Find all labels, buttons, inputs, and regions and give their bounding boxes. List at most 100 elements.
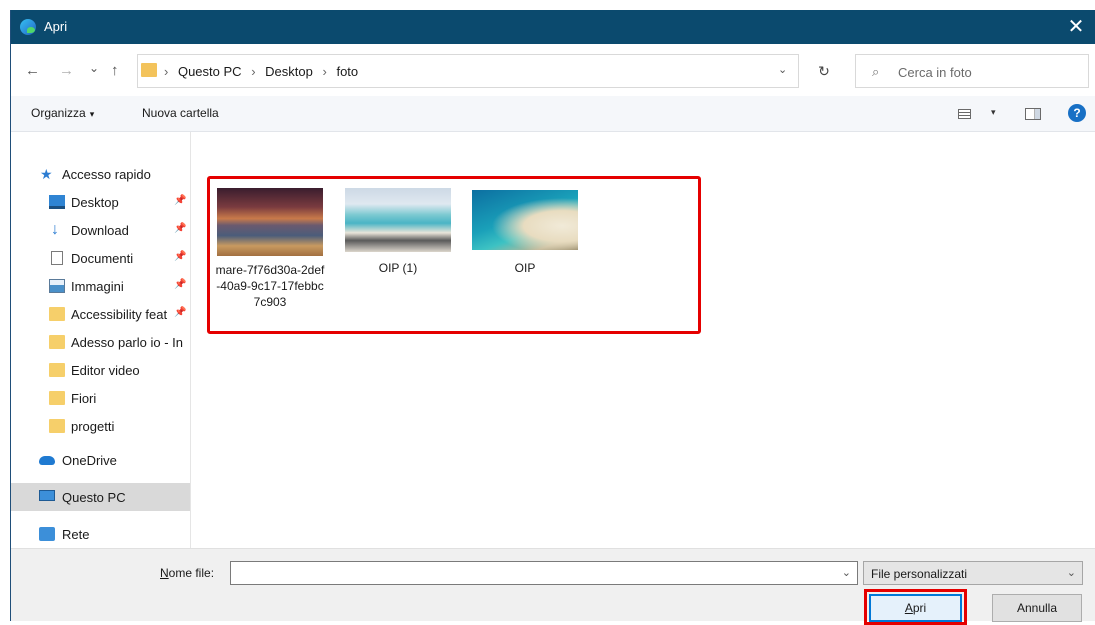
sidebar-item-label: progetti [71, 419, 115, 434]
help-icon[interactable]: ? [1068, 104, 1086, 122]
image-thumbnail [217, 188, 323, 256]
breadcrumb-item-desktop[interactable]: Desktop [265, 64, 313, 79]
pin-icon: 📌 [174, 307, 187, 318]
pin-icon: 📌 [174, 251, 187, 262]
folder-icon [49, 419, 65, 433]
breadcrumb-item-questo-pc[interactable]: Questo PC [178, 64, 242, 79]
open-label: pri [912, 601, 927, 615]
filename-label-text: ome file: [168, 566, 215, 580]
up-arrow-icon[interactable]: ↑ [111, 62, 119, 79]
title-bar: Apri ✕ [11, 10, 1095, 44]
onedrive-icon [39, 456, 55, 465]
breadcrumb-separator: › [164, 64, 169, 79]
breadcrumb-separator: › [251, 64, 256, 79]
pin-icon: 📌 [174, 195, 187, 206]
sidebar-item-accessibility-feat[interactable]: Accessibility feat 📌 [11, 300, 190, 328]
file-name: OIP (1) [378, 261, 418, 275]
folder-icon [141, 63, 157, 77]
close-button[interactable]: ✕ [1056, 10, 1095, 44]
file-list-view: mare-7f76d30a-2def-40a9-9c17-17febbc7c90… [192, 132, 1095, 548]
navigation-pane: ★ Accesso rapido Desktop 📌 ↓ Download 📌 … [11, 132, 191, 548]
address-bar[interactable]: › Questo PC › Desktop › foto ⌄ [137, 54, 799, 88]
organize-menu-button[interactable]: Organizza ▾ [31, 106, 94, 120]
sidebar-item-questo-pc[interactable]: Questo PC [11, 483, 190, 511]
change-view-icon[interactable] [958, 109, 971, 119]
dialog-footer: Nome file: ⌄ File personalizzati ⌄ Apri … [11, 548, 1095, 625]
sidebar-item-label: Desktop [71, 195, 119, 210]
forward-arrow-icon[interactable]: → [59, 62, 74, 79]
search-box[interactable]: ⌕ [855, 54, 1089, 88]
filename-input[interactable] [231, 562, 831, 584]
filter-dropdown-chevron-icon: ⌄ [1066, 567, 1076, 579]
window-title: Apri [44, 19, 68, 34]
pin-icon: 📌 [174, 223, 187, 234]
sidebar-item-label: Immagini [71, 279, 124, 294]
pin-icon: 📌 [174, 279, 187, 290]
file-type-filter-select[interactable]: File personalizzati ⌄ [863, 561, 1083, 585]
network-icon [39, 527, 55, 541]
refresh-icon[interactable]: ↻ [807, 54, 841, 88]
file-item-mare[interactable]: mare-7f76d30a-2def-40a9-9c17-17febbc7c90… [214, 188, 326, 310]
sidebar-item-onedrive[interactable]: OneDrive [11, 446, 190, 474]
sidebar-item-label: OneDrive [62, 453, 117, 468]
new-folder-button[interactable]: Nuova cartella [142, 106, 219, 120]
sidebar-item-label: Adesso parlo io - In [71, 335, 184, 350]
file-item-oip[interactable]: OIP [469, 188, 581, 276]
sidebar-item-rete[interactable]: Rete [11, 520, 190, 548]
sidebar-item-immagini[interactable]: Immagini 📌 [11, 272, 190, 300]
back-arrow-icon[interactable]: ← [25, 62, 40, 79]
sidebar-item-adesso-parlo-io[interactable]: Adesso parlo io - In [11, 328, 190, 356]
chevron-down-icon: ▾ [89, 109, 95, 119]
sidebar-item-accesso-rapido[interactable]: ★ Accesso rapido [11, 160, 190, 188]
document-icon [51, 251, 63, 265]
sidebar-item-label: Fiori [71, 391, 97, 406]
sidebar-item-download[interactable]: ↓ Download 📌 [11, 216, 190, 244]
breadcrumb: › Questo PC › Desktop › foto [164, 64, 364, 79]
preview-pane-icon[interactable] [1025, 108, 1041, 120]
sidebar-item-label: Download [71, 223, 129, 238]
image-thumbnail [472, 190, 578, 250]
edge-app-icon [20, 19, 36, 35]
cancel-button[interactable]: Annulla [992, 594, 1082, 622]
file-name: mare-7f76d30a-2def-40a9-9c17-17febbc7c90… [215, 263, 325, 309]
search-input[interactable] [898, 62, 1078, 82]
search-icon: ⌕ [872, 64, 880, 79]
filename-label: Nome file: [160, 566, 214, 580]
view-options-chevron-icon[interactable]: ▾ [991, 107, 996, 118]
file-type-filter-value: File personalizzati [871, 567, 968, 581]
sidebar-item-progetti[interactable]: progetti [11, 412, 190, 440]
sidebar-item-label: Rete [62, 527, 90, 542]
download-icon: ↓ [51, 221, 59, 238]
filename-dropdown-chevron-icon[interactable]: ⌄ [842, 566, 851, 579]
filename-combobox[interactable]: ⌄ [230, 561, 858, 585]
pc-icon [39, 490, 55, 501]
sidebar-item-label: Documenti [71, 251, 134, 266]
navigation-bar: ← → ⌄ ↑ › Questo PC › Desktop › foto ⌄ ↻… [11, 44, 1095, 96]
file-item-oip-1[interactable]: OIP (1) [342, 188, 454, 276]
sidebar-item-documenti[interactable]: Documenti 📌 [11, 244, 190, 272]
folder-icon [49, 335, 65, 349]
sidebar-item-label: Accessibility feat [71, 307, 168, 322]
desktop-icon [49, 195, 65, 209]
folder-icon [49, 391, 65, 405]
folder-icon [49, 307, 65, 321]
star-icon: ★ [40, 166, 53, 182]
sidebar-item-desktop[interactable]: Desktop 📌 [11, 188, 190, 216]
command-toolbar: Organizza ▾ Nuova cartella ▾ ? [11, 96, 1095, 132]
filename-label-accesskey: N [160, 566, 169, 580]
pictures-icon [49, 279, 65, 293]
sidebar-item-label: Editor video [71, 363, 140, 378]
open-button[interactable]: Apri [869, 594, 962, 622]
sidebar-item-fiori[interactable]: Fiori [11, 384, 190, 412]
breadcrumb-separator: › [322, 64, 327, 79]
recent-locations-chevron-icon[interactable]: ⌄ [89, 61, 99, 75]
breadcrumb-item-foto[interactable]: foto [336, 64, 358, 79]
open-accesskey: A [904, 601, 913, 615]
image-thumbnail [345, 188, 451, 252]
sidebar-item-editor-video[interactable]: Editor video [11, 356, 190, 384]
sidebar-item-label: Accesso rapido [62, 167, 151, 182]
folder-icon [49, 363, 65, 377]
file-name: OIP [514, 261, 536, 275]
address-dropdown-chevron-icon[interactable]: ⌄ [778, 63, 787, 76]
open-file-dialog: Apri ✕ ← → ⌄ ↑ › Questo PC › Desktop › f… [10, 10, 1095, 625]
